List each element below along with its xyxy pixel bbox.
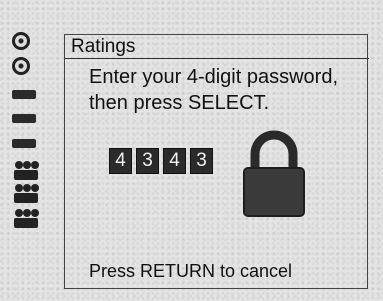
panel-title: Ratings: [65, 35, 369, 59]
password-digit[interactable]: 3: [190, 148, 213, 174]
password-digit[interactable]: 4: [109, 148, 132, 174]
people-icon[interactable]: [12, 208, 40, 233]
tape-icon[interactable]: [12, 139, 36, 148]
people-icon[interactable]: [12, 160, 40, 185]
lock-icon: [239, 130, 309, 223]
prompt-line-1: Enter your 4-digit password,: [89, 66, 339, 88]
password-digit[interactable]: 4: [163, 148, 186, 174]
password-prompt: Enter your 4-digit password, then press …: [89, 64, 364, 116]
password-digits[interactable]: 4 3 4 3: [109, 148, 213, 174]
tape-icon[interactable]: [12, 114, 36, 123]
disc-icon[interactable]: [12, 32, 30, 50]
cancel-instruction: Press RETURN to cancel: [89, 261, 293, 281]
password-digit[interactable]: 3: [136, 148, 159, 174]
people-icon[interactable]: [12, 183, 40, 208]
prompt-line-2: then press SELECT.: [89, 92, 270, 114]
ratings-panel: Ratings Enter your 4-digit password, the…: [64, 34, 369, 289]
disc-icon[interactable]: [12, 57, 30, 75]
ratings-screen: Ratings Enter your 4-digit password, the…: [0, 0, 383, 301]
tape-icon[interactable]: [12, 90, 36, 99]
